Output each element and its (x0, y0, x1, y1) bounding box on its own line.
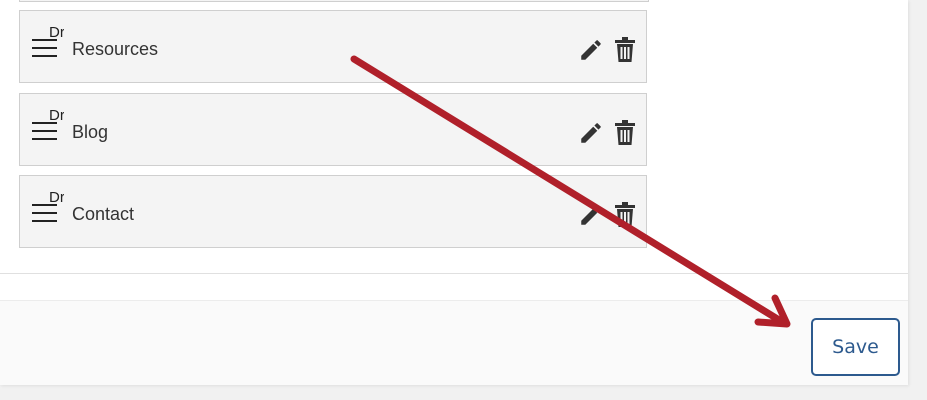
menu-item-label: Blog (72, 122, 109, 142)
menu-item-partial (19, 0, 649, 2)
section-divider (0, 273, 908, 274)
drag-handle-label: Dr (49, 108, 64, 124)
menu-editor-panel: Dr Resources Dr Blog Dr Contact (0, 0, 908, 385)
menu-item-blog[interactable]: Dr Blog (19, 93, 647, 166)
trash-icon[interactable] (614, 37, 636, 63)
menu-item-label: Contact (72, 204, 135, 224)
pencil-icon[interactable] (578, 37, 604, 63)
trash-icon[interactable] (614, 202, 636, 228)
save-button[interactable]: Save (811, 318, 900, 376)
menu-item-label: Resources (72, 39, 159, 59)
pencil-icon[interactable] (578, 120, 604, 146)
menu-item-contact[interactable]: Dr Contact (19, 175, 647, 248)
drag-handle-label: Dr (49, 190, 64, 206)
menu-item-resources[interactable]: Dr Resources (19, 10, 647, 83)
drag-handle-label: Dr (49, 25, 64, 41)
footer-bar (0, 300, 908, 385)
pencil-icon[interactable] (578, 202, 604, 228)
trash-icon[interactable] (614, 120, 636, 146)
